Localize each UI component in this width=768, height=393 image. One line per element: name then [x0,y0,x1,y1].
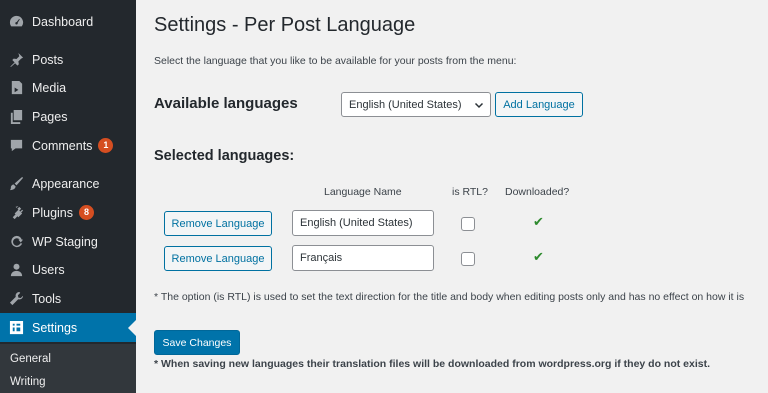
sidebar-item-settings[interactable]: Settings [0,313,136,342]
sidebar-item-label: Appearance [32,176,100,191]
language-select-value: English (United States) [349,98,462,111]
settings-submenu: General Writing [0,344,136,393]
submenu-item-general[interactable]: General [10,353,51,365]
add-language-button[interactable]: Add Language [495,92,583,117]
page-title: Settings - Per Post Language [154,14,416,36]
plugins-count-badge: 8 [79,205,94,220]
refresh-icon [8,234,24,250]
column-header-downloaded: Downloaded? [505,186,570,198]
plug-icon [8,205,24,221]
sidebar-item-tools[interactable]: Tools [0,284,136,313]
column-header-language-name: Language Name [324,186,402,198]
sidebar-item-media[interactable]: Media [0,73,136,102]
rtl-note: * The option (is RTL) is used to set the… [154,291,745,303]
comment-icon [8,138,24,154]
chevron-down-icon [474,102,484,109]
remove-language-button[interactable]: Remove Language [164,211,272,236]
available-languages-heading: Available languages [154,95,298,112]
save-changes-button[interactable]: Save Changes [154,330,240,355]
dashboard-icon [8,14,24,30]
remove-language-button[interactable]: Remove Language [164,246,272,271]
sidebar-item-users[interactable]: Users [0,255,136,284]
sidebar-item-label: Settings [32,320,78,335]
submenu-item-writing[interactable]: Writing [10,376,46,388]
sidebar-item-dashboard[interactable]: Dashboard [0,7,136,36]
sidebar-item-label: Dashboard [32,14,94,29]
sidebar-item-posts[interactable]: Posts [0,45,136,74]
sidebar-item-label: Plugins [32,205,73,220]
sidebar-item-plugins[interactable]: Plugins 8 [0,198,136,227]
admin-sidebar: Dashboard Posts Media Pages Comments 1 A… [0,0,136,393]
media-icon [8,80,24,96]
pages-icon [8,109,24,125]
intro-text: Select the language that you like to be … [154,55,517,67]
sidebar-item-pages[interactable]: Pages [0,102,136,131]
sidebar-item-label: Users [32,262,65,277]
column-header-is-rtl: is RTL? [452,186,488,198]
language-name-field[interactable]: Français [292,245,434,271]
user-icon [8,262,24,278]
sidebar-item-label: WP Staging [32,234,98,249]
sidebar-item-label: Comments [32,138,93,153]
main-content: Settings - Per Post Language Select the … [136,0,768,393]
language-select[interactable]: English (United States) [341,92,491,117]
sidebar-item-appearance[interactable]: Appearance [0,169,136,198]
selected-languages-heading: Selected languages: [154,148,295,164]
downloaded-check-icon: ✔ [533,249,544,264]
sidebar-item-comments[interactable]: Comments 1 [0,131,136,160]
language-name-field[interactable]: English (United States) [292,210,434,236]
sidebar-item-label: Posts [32,52,64,67]
sidebar-item-label: Tools [32,291,62,306]
settings-icon [8,320,24,336]
sidebar-item-wp-staging[interactable]: WP Staging [0,227,136,256]
downloaded-check-icon: ✔ [533,214,544,229]
is-rtl-checkbox[interactable] [461,252,475,266]
sidebar-item-label: Pages [32,109,68,124]
pin-icon [8,52,24,68]
comments-count-badge: 1 [98,138,114,153]
is-rtl-checkbox[interactable] [461,217,475,231]
brush-icon [8,176,24,192]
save-note: * When saving new languages their transl… [154,358,710,370]
wrench-icon [8,291,24,307]
sidebar-item-label: Media [32,80,67,95]
